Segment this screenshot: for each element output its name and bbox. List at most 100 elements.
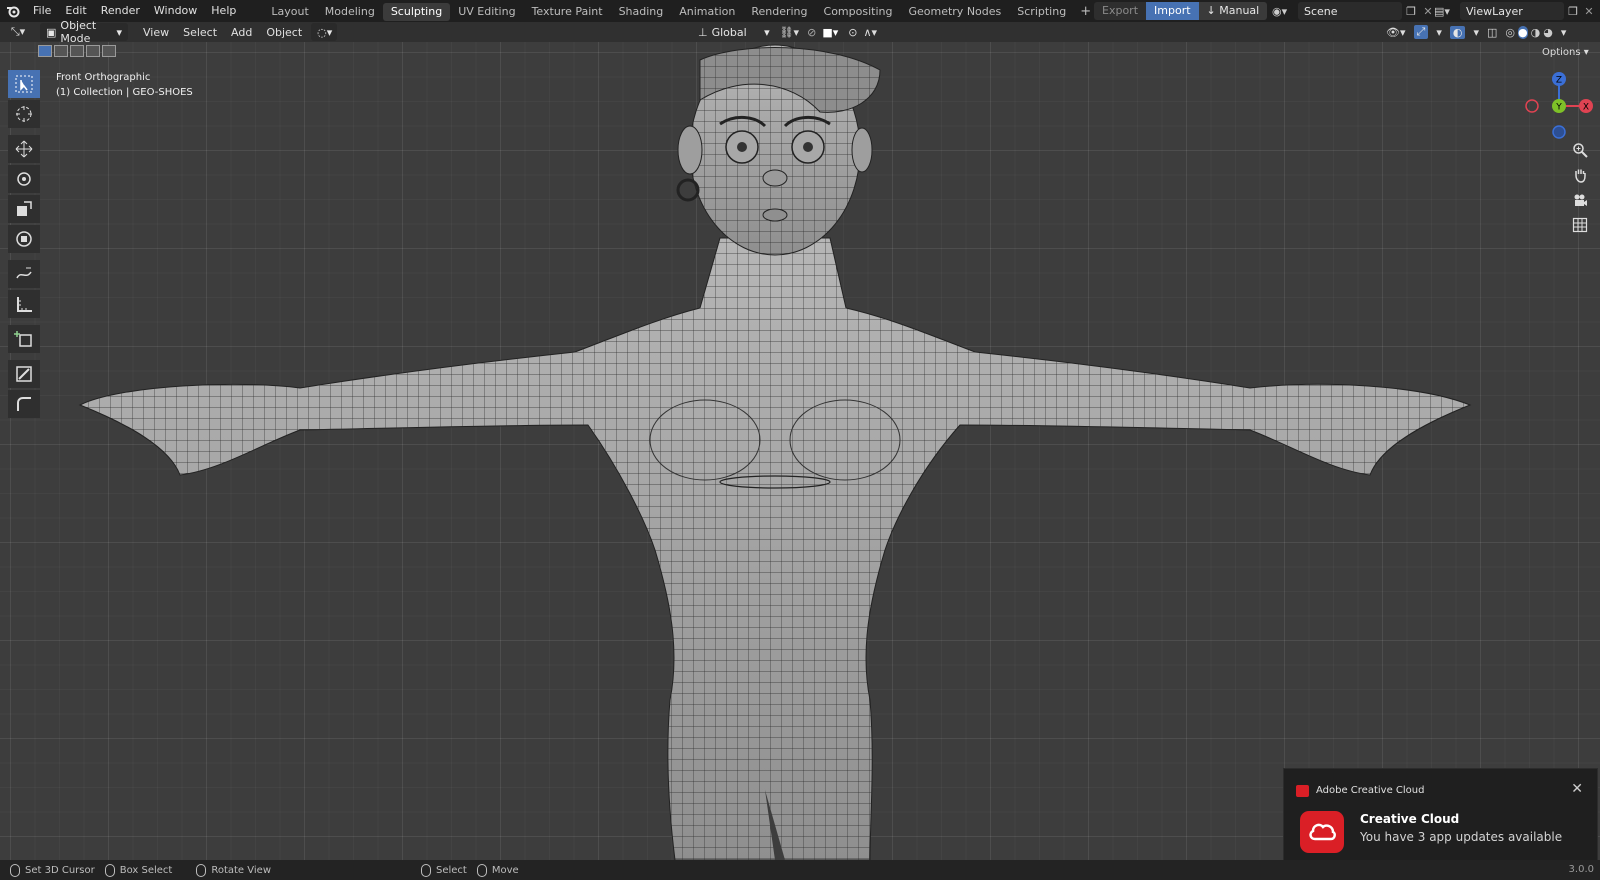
orientation-icon: ⊥ [698,25,708,39]
rotate-icon [17,172,31,186]
select-extend-icon[interactable] [54,45,68,57]
import-export-group: Export Import ↓ Manual [1094,2,1268,20]
tab-layout[interactable]: Layout [263,3,316,21]
grid-view-icon[interactable] [1568,214,1592,236]
status-rotate-view: Rotate View [196,863,271,877]
tab-animation[interactable]: Animation [671,3,743,21]
manual-button[interactable]: ↓ Manual [1198,2,1268,20]
gpencil-dropdown[interactable]: ◌▾ [311,23,338,41]
transform-tool[interactable] [8,225,40,253]
header-menu-object[interactable]: Object [259,26,309,39]
import-button[interactable]: Import [1146,2,1199,20]
rendered-shading-icon[interactable]: ◕ [1543,26,1553,39]
mouse-drag-icon [104,863,115,877]
download-icon: ↓ [1206,4,1220,17]
copy-viewlayer-icon[interactable]: ❐ [1564,5,1582,18]
snap-icon[interactable]: ⊘ [807,26,816,39]
tab-scripting[interactable]: Scripting [1009,3,1074,21]
header-menu-view[interactable]: View [136,26,176,39]
pan-hand-icon[interactable] [1568,164,1592,186]
shading-menu-icon[interactable]: ▾ [1561,26,1567,39]
snap-target-icon[interactable]: ■▾ [822,26,838,39]
export-button[interactable]: Export [1094,2,1147,20]
scene-icon[interactable]: ◉▾ [1272,5,1298,18]
select-difference-icon[interactable] [86,45,100,57]
status-box-select: Box Select [104,863,172,877]
add-cube-tool[interactable] [8,325,40,353]
options-dropdown[interactable]: Options ▾ [1542,47,1589,58]
bevel-tool[interactable] [8,390,40,418]
overlay-menu-icon[interactable]: ▾ [1473,26,1479,39]
blender-logo-icon[interactable] [0,0,26,22]
close-icon[interactable]: ✕ [1571,781,1583,797]
viewlayer-icon[interactable]: ▤▾ [1434,5,1460,18]
move-tool[interactable] [8,135,40,163]
version-label: 3.0.0 [1568,864,1594,875]
gizmo-z-label: Z [1556,76,1562,86]
cursor-tool[interactable] [8,100,40,128]
tab-rendering[interactable]: Rendering [743,3,815,21]
tab-sculpting[interactable]: Sculpting [382,3,451,21]
editor-type-icon[interactable]: ⤡▾ [0,25,36,39]
status-select: Select [421,863,467,877]
tab-geometry-nodes[interactable]: Geometry Nodes [900,3,1009,21]
character-mesh[interactable] [0,42,1600,860]
select-subtract-icon[interactable] [70,45,84,57]
tab-modeling[interactable]: Modeling [317,3,383,21]
scene-field[interactable]: Scene [1298,2,1402,20]
solid-shading-icon[interactable]: ● [1518,25,1528,39]
scale-tool[interactable] [8,195,40,223]
tab-compositing[interactable]: Compositing [816,3,901,21]
mouse-left-icon [421,863,431,877]
menu-help[interactable]: Help [204,0,243,22]
body-shape [78,44,1472,860]
orientation-dropdown[interactable]: Global ▾ [712,26,770,39]
header-menu-select[interactable]: Select [176,26,224,39]
material-shading-icon[interactable]: ◑ [1531,26,1541,39]
chevron-down-icon: ▾ [116,25,122,39]
falloff-icon[interactable]: ∧▾ [863,26,877,39]
select-new-icon[interactable] [38,45,52,57]
viewport-header: ⤡▾ ▣ Object Mode ▾ View Select Add Objec… [0,19,1600,45]
proportional-edit-icon[interactable]: ⊙ [848,26,857,39]
visibility-icon[interactable]: 👁▾ [1386,26,1406,39]
tab-uv-editing[interactable]: UV Editing [450,3,523,21]
close-viewlayer-icon[interactable]: ✕ [1582,5,1596,18]
wireframe-shading-icon[interactable]: ◎ [1505,26,1515,39]
extrude-tool[interactable] [8,360,40,388]
neg-z-axis-icon [1552,125,1566,139]
status-move: Move [476,863,519,877]
view-name: Front Orthographic [56,72,151,83]
zoom-icon[interactable] [1568,139,1592,161]
menu-file[interactable]: File [26,0,58,22]
transform-icon [16,231,32,247]
mode-dropdown[interactable]: ▣ Object Mode ▾ [40,19,128,45]
navigation-gizmo[interactable]: Z X Y [1524,70,1594,140]
gizmo-toggle-icon[interactable]: ⤢ [1413,25,1429,39]
rotate-tool[interactable] [8,165,40,193]
overlay-toggle-icon[interactable]: ◐ [1449,25,1466,39]
select-box-tool[interactable] [8,70,40,98]
crosshair-icon [16,106,32,122]
bevel-icon [17,397,31,411]
tool-bar [8,70,40,420]
cube-icon: ▣ [46,25,57,39]
status-set-cursor: Set 3D Cursor [10,863,95,877]
header-menu-add[interactable]: Add [224,26,259,39]
notification-app-name: Adobe Creative Cloud [1316,785,1425,796]
mouse-drag-icon [476,863,487,877]
xray-icon[interactable]: ◫ [1487,26,1497,39]
camera-icon[interactable] [1568,189,1592,211]
gizmo-menu-icon[interactable]: ▾ [1436,26,1442,39]
notification-toast[interactable]: Adobe Creative Cloud ✕ Creative Cloud Yo… [1283,768,1598,868]
viewlayer-field[interactable]: ViewLayer [1460,2,1564,20]
menu-window[interactable]: Window [147,0,204,22]
pivot-icon[interactable]: ⛓▾ [780,26,800,39]
annotate-tool[interactable] [8,260,40,288]
copy-scene-icon[interactable]: ❐ [1402,5,1420,18]
tab-shading[interactable]: Shading [611,3,672,21]
tab-texture-paint[interactable]: Texture Paint [524,3,611,21]
viewport-info: Front Orthographic (1) Collection | GEO-… [56,70,193,100]
measure-tool[interactable] [8,290,40,318]
select-intersect-icon[interactable] [102,45,116,57]
